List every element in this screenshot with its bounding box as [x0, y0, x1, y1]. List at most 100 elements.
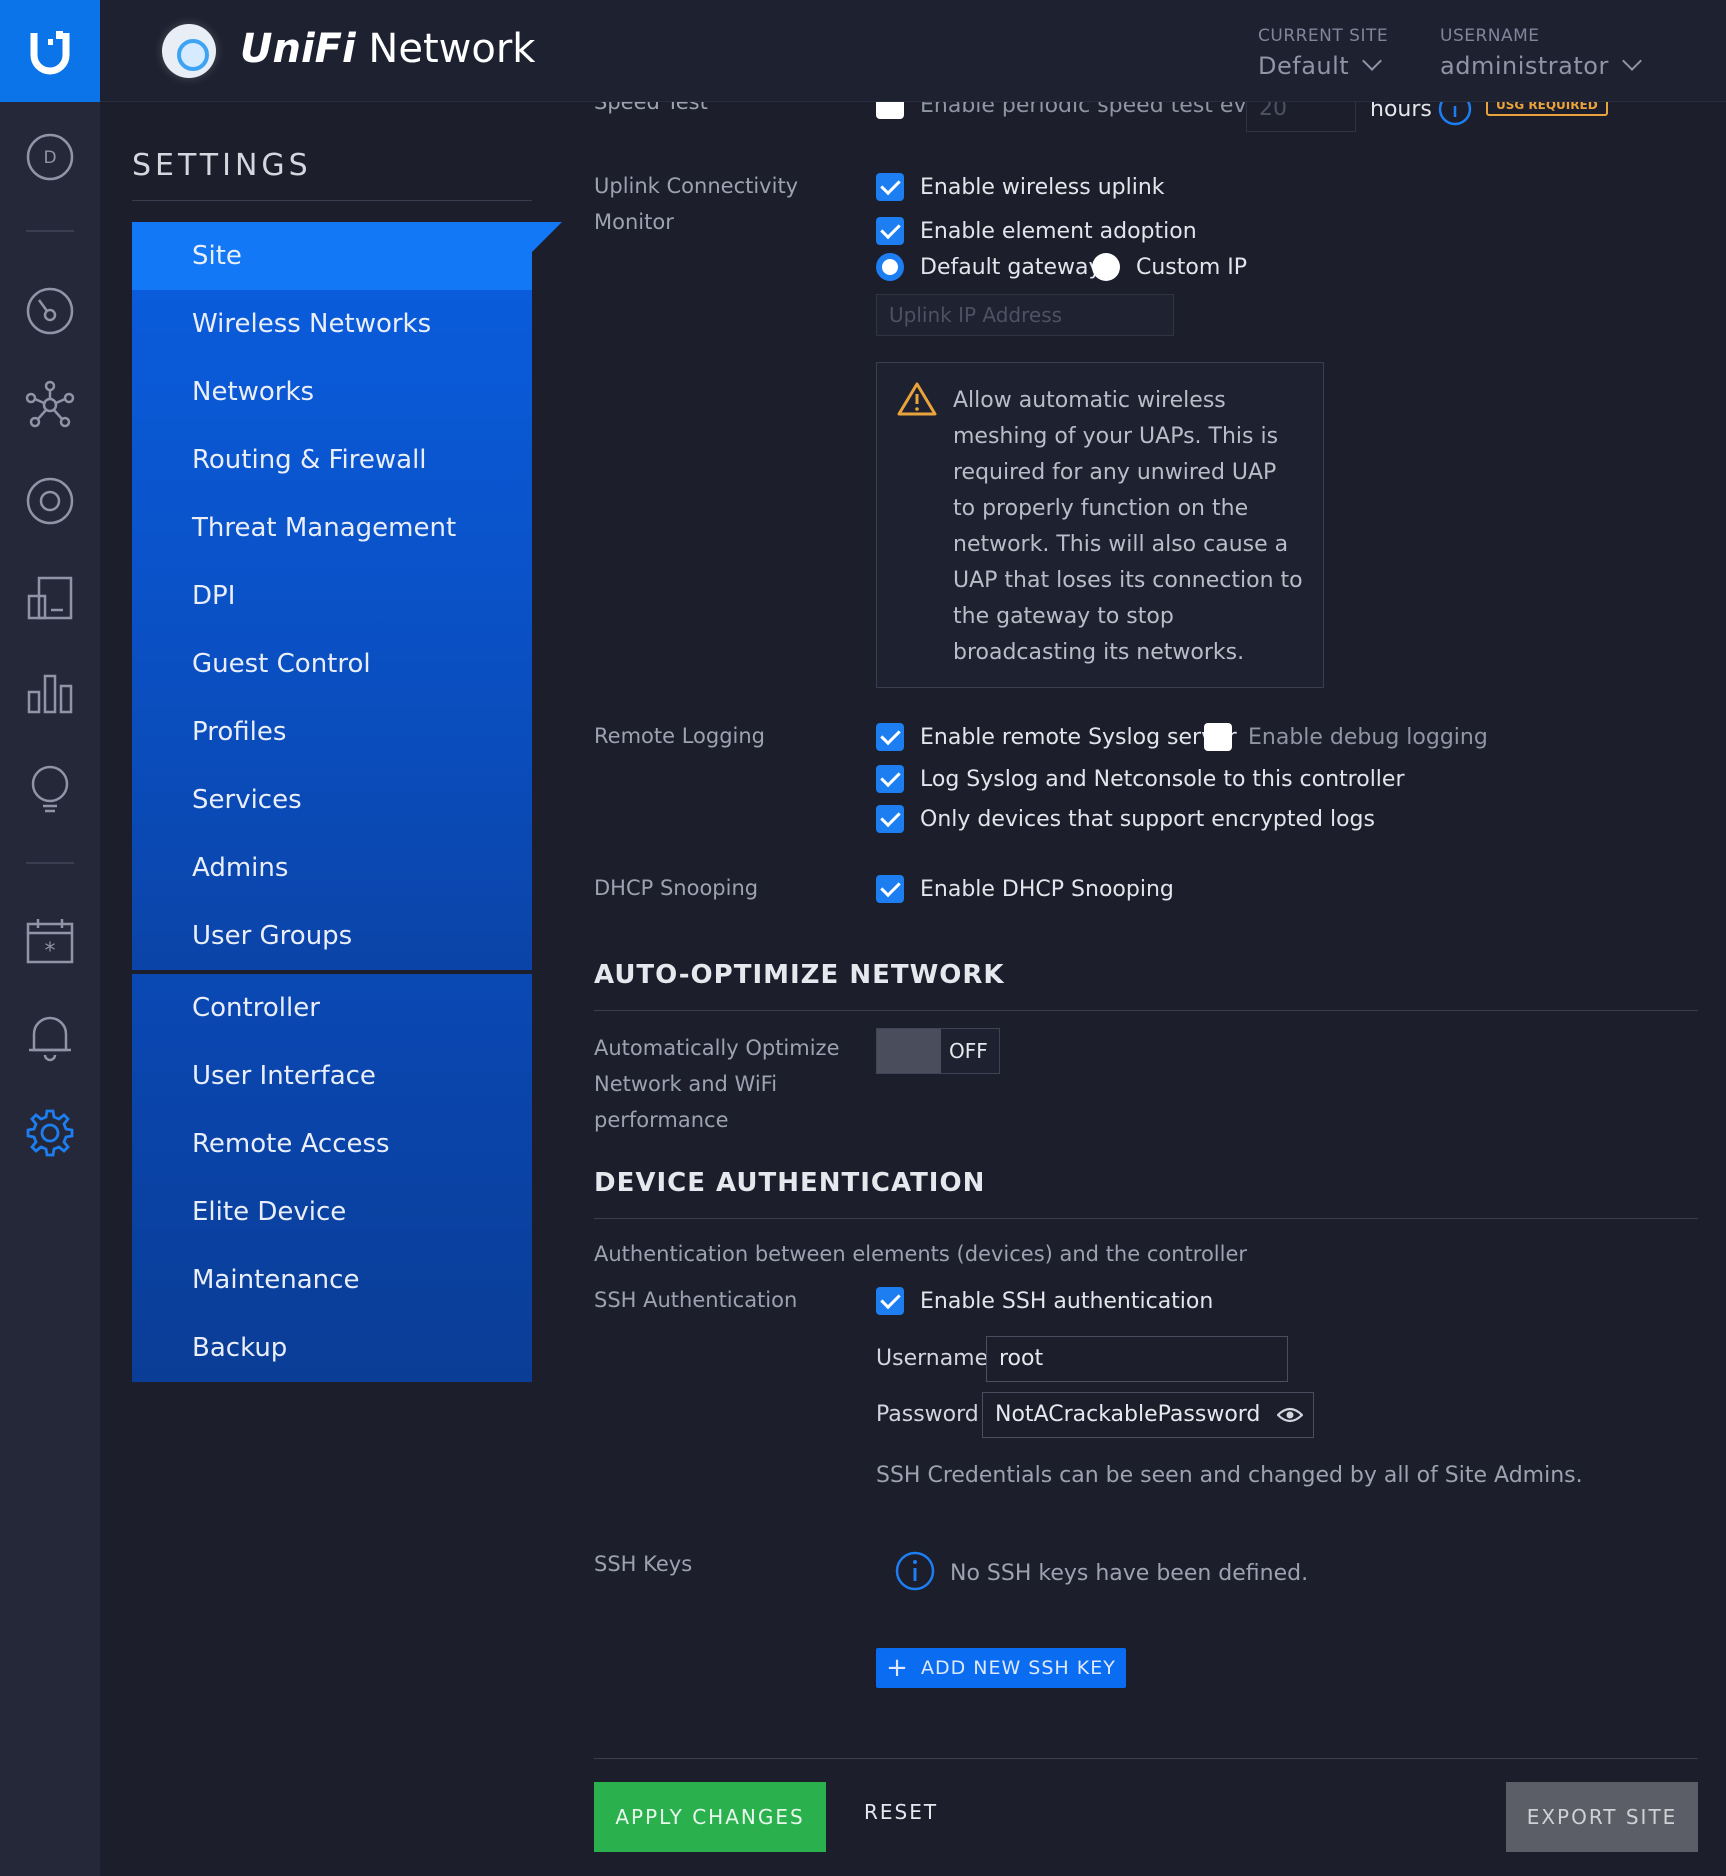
- nav-item-remote-access[interactable]: Remote Access: [132, 1110, 532, 1178]
- syslog-label: Enable remote Syslog server: [920, 724, 1237, 750]
- auto-optimize-label: Automatically Optimize Network and WiFi …: [594, 1030, 840, 1138]
- section-divider: [594, 1010, 1698, 1011]
- encrypted-logs-label: Only devices that support encrypted logs: [920, 806, 1375, 832]
- uplink-ip-input[interactable]: Uplink IP Address: [876, 294, 1174, 336]
- dhcp-snooping-label: DHCP Snooping: [594, 876, 759, 900]
- insights-chart-icon[interactable]: [25, 668, 75, 718]
- statistics-gauge-icon[interactable]: [25, 286, 75, 336]
- warning-icon: [897, 382, 937, 416]
- ssh-auth-option[interactable]: Enable SSH authentication: [876, 1284, 1213, 1318]
- user-menu-overlay[interactable]: USERNAME administrator: [1440, 26, 1642, 80]
- nav-item-user-groups[interactable]: User Groups: [132, 902, 532, 970]
- nav-item-networks[interactable]: Networks: [132, 358, 532, 426]
- ssh-password-label: Password: [876, 1402, 979, 1427]
- wireless-uplink-option[interactable]: Enable wireless uplink: [876, 170, 1165, 204]
- ssh-keys-label: SSH Keys: [594, 1552, 693, 1576]
- dashboard-icon[interactable]: D: [25, 132, 75, 182]
- settings-nav-controller: Controller User Interface Remote Access …: [132, 974, 532, 1382]
- nav-item-wireless-networks[interactable]: Wireless Networks: [132, 290, 532, 358]
- ssh-credentials-note: SSH Credentials can be seen and changed …: [876, 1463, 1583, 1488]
- debug-logging-label: Enable debug logging: [1248, 724, 1488, 750]
- toggle-state: OFF: [949, 1039, 988, 1063]
- auto-optimize-title: AUTO-OPTIMIZE NETWORK: [594, 960, 1005, 990]
- wireless-uplink-checkbox[interactable]: [876, 173, 904, 201]
- events-calendar-icon[interactable]: *: [25, 916, 75, 966]
- debug-logging-checkbox[interactable]: [1204, 723, 1232, 751]
- nav-item-site[interactable]: Site: [132, 222, 532, 290]
- device-auth-title: DEVICE AUTHENTICATION: [594, 1168, 986, 1198]
- ssh-auth-option-label: Enable SSH authentication: [920, 1288, 1214, 1314]
- encrypted-logs-option[interactable]: Only devices that support encrypted logs: [876, 802, 1375, 836]
- svg-text:*: *: [45, 939, 56, 964]
- svg-text:D: D: [43, 148, 56, 168]
- show-password-eye-icon[interactable]: [1277, 1405, 1303, 1425]
- nav-item-threat-management[interactable]: Threat Management: [132, 494, 532, 562]
- custom-ip-radio[interactable]: [1092, 253, 1120, 281]
- netconsole-checkbox[interactable]: [876, 765, 904, 793]
- netconsole-option[interactable]: Log Syslog and Netconsole to this contro…: [876, 762, 1405, 796]
- username-value: administrator: [1440, 52, 1609, 80]
- custom-ip-option[interactable]: Custom IP: [1092, 250, 1247, 284]
- nav-item-profiles[interactable]: Profiles: [132, 698, 532, 766]
- dhcp-snooping-option-label: Enable DHCP Snooping: [920, 876, 1174, 902]
- uplink-monitor-label-line2: Monitor: [594, 210, 674, 234]
- no-ssh-keys-message: No SSH keys have been defined.: [950, 1561, 1309, 1586]
- debug-logging-option[interactable]: Enable debug logging: [1204, 720, 1488, 754]
- syslog-checkbox[interactable]: [876, 723, 904, 751]
- topology-icon[interactable]: [25, 380, 75, 430]
- nav-item-dpi[interactable]: DPI: [132, 562, 532, 630]
- clients-icon[interactable]: [25, 574, 75, 624]
- reset-button[interactable]: RESET: [864, 1800, 938, 1824]
- dhcp-snooping-checkbox[interactable]: [876, 875, 904, 903]
- bell-icon[interactable]: [25, 1012, 75, 1062]
- element-adoption-option[interactable]: Enable element adoption: [876, 214, 1197, 248]
- default-gateway-label: Default gateway: [920, 254, 1102, 280]
- ssh-password-input[interactable]: NotACrackablePassword4U2: [982, 1392, 1314, 1438]
- settings-divider: [132, 200, 532, 201]
- nav-item-routing-firewall[interactable]: Routing & Firewall: [132, 426, 532, 494]
- nav-item-maintenance[interactable]: Maintenance: [132, 1246, 532, 1314]
- uplink-monitor-label: Uplink Connectivity Monitor: [594, 168, 798, 240]
- dhcp-snooping-option[interactable]: Enable DHCP Snooping: [876, 872, 1174, 906]
- wireless-uplink-label: Enable wireless uplink: [920, 174, 1165, 200]
- lightbulb-icon[interactable]: [25, 764, 75, 814]
- settings-title: SETTINGS: [132, 148, 312, 183]
- add-ssh-key-label: ADD NEW SSH KEY: [920, 1657, 1116, 1679]
- default-gateway-option[interactable]: Default gateway: [876, 250, 1101, 284]
- nav-item-controller[interactable]: Controller: [132, 974, 532, 1042]
- settings-gear-icon[interactable]: [25, 1108, 75, 1158]
- auto-optimize-label-line1: Automatically Optimize: [594, 1036, 840, 1060]
- auto-optimize-label-line2: Network and WiFi: [594, 1072, 778, 1096]
- devices-icon[interactable]: [25, 476, 75, 526]
- chevron-down-icon: [1362, 51, 1383, 71]
- default-gateway-radio[interactable]: [876, 253, 904, 281]
- nav-item-user-interface[interactable]: User Interface: [132, 1042, 532, 1110]
- nav-item-backup[interactable]: Backup: [132, 1314, 532, 1382]
- mesh-warning-box: Allow automatic wireless meshing of your…: [876, 362, 1324, 688]
- ubiquiti-logo[interactable]: [0, 0, 100, 102]
- add-ssh-key-button[interactable]: + ADD NEW SSH KEY: [876, 1648, 1126, 1688]
- auto-optimize-toggle[interactable]: OFF: [876, 1028, 1000, 1074]
- auto-optimize-label-line3: performance: [594, 1108, 729, 1132]
- username-caption: USERNAME: [1440, 26, 1540, 46]
- unifi-device-icon: [162, 24, 216, 78]
- apply-changes-button[interactable]: APPLY CHANGES: [594, 1782, 826, 1852]
- encrypted-logs-checkbox[interactable]: [876, 805, 904, 833]
- ssh-username-input[interactable]: root: [986, 1336, 1288, 1382]
- rail-divider: [26, 230, 74, 232]
- element-adoption-label: Enable element adoption: [920, 218, 1197, 244]
- plus-icon: +: [886, 1653, 909, 1683]
- nav-item-services[interactable]: Services: [132, 766, 532, 834]
- nav-item-elite-device[interactable]: Elite Device: [132, 1178, 532, 1246]
- syslog-option[interactable]: Enable remote Syslog server: [876, 720, 1237, 754]
- ssh-auth-checkbox[interactable]: [876, 1287, 904, 1315]
- uplink-monitor-label-line1: Uplink Connectivity: [594, 174, 799, 198]
- element-adoption-checkbox[interactable]: [876, 217, 904, 245]
- nav-item-admins[interactable]: Admins: [132, 834, 532, 902]
- nav-item-guest-control[interactable]: Guest Control: [132, 630, 532, 698]
- current-site-value: Default: [1258, 52, 1350, 80]
- remote-logging-label: Remote Logging: [594, 724, 766, 748]
- chevron-down-icon: [1621, 51, 1642, 71]
- export-site-button[interactable]: EXPORT SITE: [1506, 1782, 1698, 1852]
- site-selector-overlay[interactable]: CURRENT SITE Default: [1258, 26, 1388, 80]
